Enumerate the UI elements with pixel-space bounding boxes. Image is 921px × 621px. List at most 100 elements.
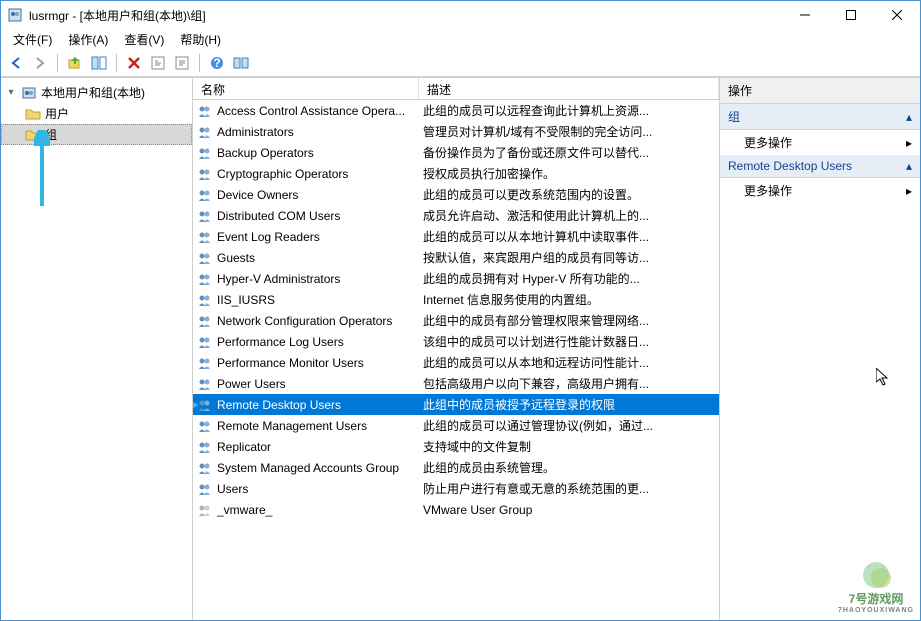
menu-file[interactable]: 文件(F) [5, 29, 60, 50]
tree-panel: ▾ 本地用户和组(本地) 用户 组 [1, 78, 193, 620]
minimize-button[interactable] [782, 1, 828, 29]
list-row[interactable]: Guests按默认值，来宾跟用户组的成员有同等访... [193, 247, 719, 268]
group-icon [197, 292, 213, 308]
list-row[interactable]: _vmware_VMware User Group [193, 499, 719, 520]
show-hide-button[interactable] [88, 52, 110, 74]
group-icon [197, 502, 213, 518]
list-row[interactable]: Network Configuration Operators此组中的成员有部分… [193, 310, 719, 331]
tree-users[interactable]: 用户 [1, 103, 192, 124]
row-desc: 按默认值，来宾跟用户组的成员有同等访... [423, 249, 715, 266]
row-name: Power Users [217, 377, 423, 391]
list-panel: 名称 描述 Access Control Assistance Opera...… [193, 78, 720, 620]
row-name: Distributed COM Users [217, 209, 423, 223]
row-name: Replicator [217, 440, 423, 454]
group-icon [197, 271, 213, 287]
tree-users-label: 用户 [45, 105, 69, 122]
list-row[interactable]: Users防止用户进行有意或无意的系统范围的更... [193, 478, 719, 499]
row-name: Hyper-V Administrators [217, 272, 423, 286]
help-button[interactable]: ? [206, 52, 228, 74]
list-row[interactable]: Remote Desktop Users此组中的成员被授予远程登录的权限 [193, 394, 719, 415]
list-row[interactable]: Replicator支持域中的文件复制 [193, 436, 719, 457]
group-icon [197, 418, 213, 434]
row-name: Performance Log Users [217, 335, 423, 349]
back-button[interactable] [5, 52, 27, 74]
row-name: Access Control Assistance Opera... [217, 104, 423, 118]
actions-section-rdu[interactable]: Remote Desktop Users ▴ [720, 155, 920, 178]
body: ▾ 本地用户和组(本地) 用户 组 名称 描述 Access Control A… [1, 77, 920, 620]
list-row[interactable]: Distributed COM Users成员允许启动、激活和使用此计算机上的.… [193, 205, 719, 226]
row-desc: 此组的成员可以远程查询此计算机上资源... [423, 102, 715, 119]
list-row[interactable]: Power Users包括高级用户以向下兼容，高级用户拥有... [193, 373, 719, 394]
group-icon [197, 355, 213, 371]
menu-view[interactable]: 查看(V) [116, 29, 172, 50]
watermark: 7号游戏网 7HAOYOUXIWANG [838, 560, 914, 614]
list-row[interactable]: Hyper-V Administrators此组的成员拥有对 Hyper-V 所… [193, 268, 719, 289]
actions-panel: 操作 组 ▴ 更多操作 ▸ Remote Desktop Users ▴ 更多操… [720, 78, 920, 620]
row-name: Network Configuration Operators [217, 314, 423, 328]
actions-more-1[interactable]: 更多操作 ▸ [720, 130, 920, 155]
actions-section-groups[interactable]: 组 ▴ [720, 104, 920, 130]
row-desc: 此组中的成员有部分管理权限来管理网络... [423, 312, 715, 329]
row-name: Backup Operators [217, 146, 423, 160]
list-row[interactable]: IIS_IUSRSInternet 信息服务使用的内置组。 [193, 289, 719, 310]
row-desc: 防止用户进行有意或无意的系统范围的更... [423, 480, 715, 497]
tree-root[interactable]: ▾ 本地用户和组(本地) [1, 82, 192, 103]
list-row[interactable]: Access Control Assistance Opera...此组的成员可… [193, 100, 719, 121]
row-name: Guests [217, 251, 423, 265]
menubar: 文件(F) 操作(A) 查看(V) 帮助(H) [1, 29, 920, 49]
expander-icon[interactable]: ▾ [5, 87, 17, 98]
row-name: Administrators [217, 125, 423, 139]
tree-groups-label: 组 [45, 126, 57, 143]
tile-button[interactable] [230, 52, 252, 74]
export-button[interactable] [171, 52, 193, 74]
row-name: _vmware_ [217, 503, 423, 517]
col-desc-header[interactable]: 描述 [419, 78, 719, 99]
row-name: Device Owners [217, 188, 423, 202]
group-icon [197, 460, 213, 476]
list-row[interactable]: Performance Log Users该组中的成员可以计划进行性能计数器日.… [193, 331, 719, 352]
tree-groups[interactable]: 组 [1, 124, 192, 145]
tree-root-label: 本地用户和组(本地) [41, 84, 145, 101]
list-row[interactable]: Cryptographic Operators授权成员执行加密操作。 [193, 163, 719, 184]
folder-icon [25, 106, 41, 122]
group-icon [197, 145, 213, 161]
row-desc: 包括高级用户以向下兼容，高级用户拥有... [423, 375, 715, 392]
list-row[interactable]: Remote Management Users此组的成员可以通过管理协议(例如，… [193, 415, 719, 436]
delete-button[interactable] [123, 52, 145, 74]
list-row[interactable]: Administrators管理员对计算机/域有不受限制的完全访问... [193, 121, 719, 142]
menu-action[interactable]: 操作(A) [60, 29, 116, 50]
collapse-icon: ▴ [906, 159, 912, 173]
group-icon [197, 208, 213, 224]
row-desc: VMware User Group [423, 503, 715, 517]
group-icon [197, 124, 213, 140]
submenu-icon: ▸ [906, 136, 912, 150]
list-body[interactable]: Access Control Assistance Opera...此组的成员可… [193, 100, 719, 620]
group-icon [197, 481, 213, 497]
actions-more-2[interactable]: 更多操作 ▸ [720, 178, 920, 203]
refresh-button[interactable] [147, 52, 169, 74]
titlebar: lusrmgr - [本地用户和组(本地)\组] [1, 1, 920, 29]
row-name: Event Log Readers [217, 230, 423, 244]
up-button[interactable] [64, 52, 86, 74]
maximize-button[interactable] [828, 1, 874, 29]
group-icon [197, 334, 213, 350]
col-name-header[interactable]: 名称 [193, 78, 419, 99]
row-desc: 此组的成员由系统管理。 [423, 459, 715, 476]
row-desc: 此组的成员可以从本地计算机中读取事件... [423, 228, 715, 245]
group-icon [197, 250, 213, 266]
row-desc: 此组的成员可以从本地和远程访问性能计... [423, 354, 715, 371]
list-row[interactable]: Performance Monitor Users此组的成员可以从本地和远程访问… [193, 352, 719, 373]
list-header: 名称 描述 [193, 78, 719, 100]
list-row[interactable]: Event Log Readers此组的成员可以从本地计算机中读取事件... [193, 226, 719, 247]
list-row[interactable]: Backup Operators备份操作员为了备份或还原文件可以替代... [193, 142, 719, 163]
group-icon [197, 397, 213, 413]
row-desc: 该组中的成员可以计划进行性能计数器日... [423, 333, 715, 350]
list-row[interactable]: Device Owners此组的成员可以更改系统范围内的设置。 [193, 184, 719, 205]
forward-button[interactable] [29, 52, 51, 74]
list-row[interactable]: System Managed Accounts Group此组的成员由系统管理。 [193, 457, 719, 478]
close-button[interactable] [874, 1, 920, 29]
row-desc: 成员允许启动、激活和使用此计算机上的... [423, 207, 715, 224]
menu-help[interactable]: 帮助(H) [172, 29, 229, 50]
group-icon [197, 376, 213, 392]
row-name: System Managed Accounts Group [217, 461, 423, 475]
